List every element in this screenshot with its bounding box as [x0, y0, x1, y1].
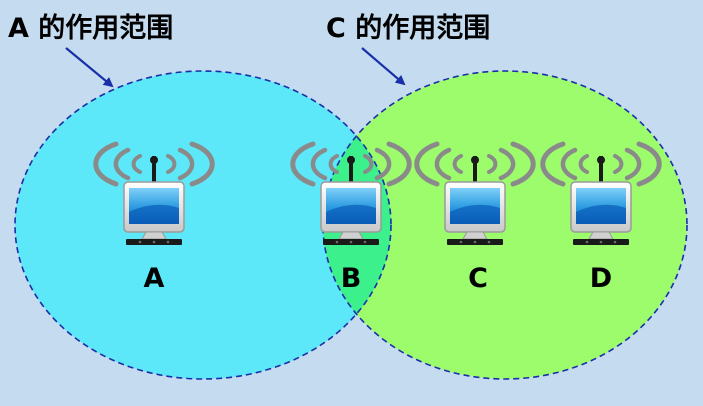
- node-label-d: D: [590, 263, 612, 294]
- range-a-label: A 的作用范围: [8, 12, 173, 44]
- range-c-arrow: [361, 47, 406, 86]
- node-label-a: A: [144, 263, 165, 294]
- wireless-range-diagram: A 的作用范围 C 的作用范围 A B C D: [8, 12, 688, 380]
- range-c-label: C 的作用范围: [326, 12, 490, 44]
- range-a-arrow: [65, 47, 114, 88]
- node-label-c: C: [468, 263, 488, 294]
- node-label-b: B: [341, 263, 362, 294]
